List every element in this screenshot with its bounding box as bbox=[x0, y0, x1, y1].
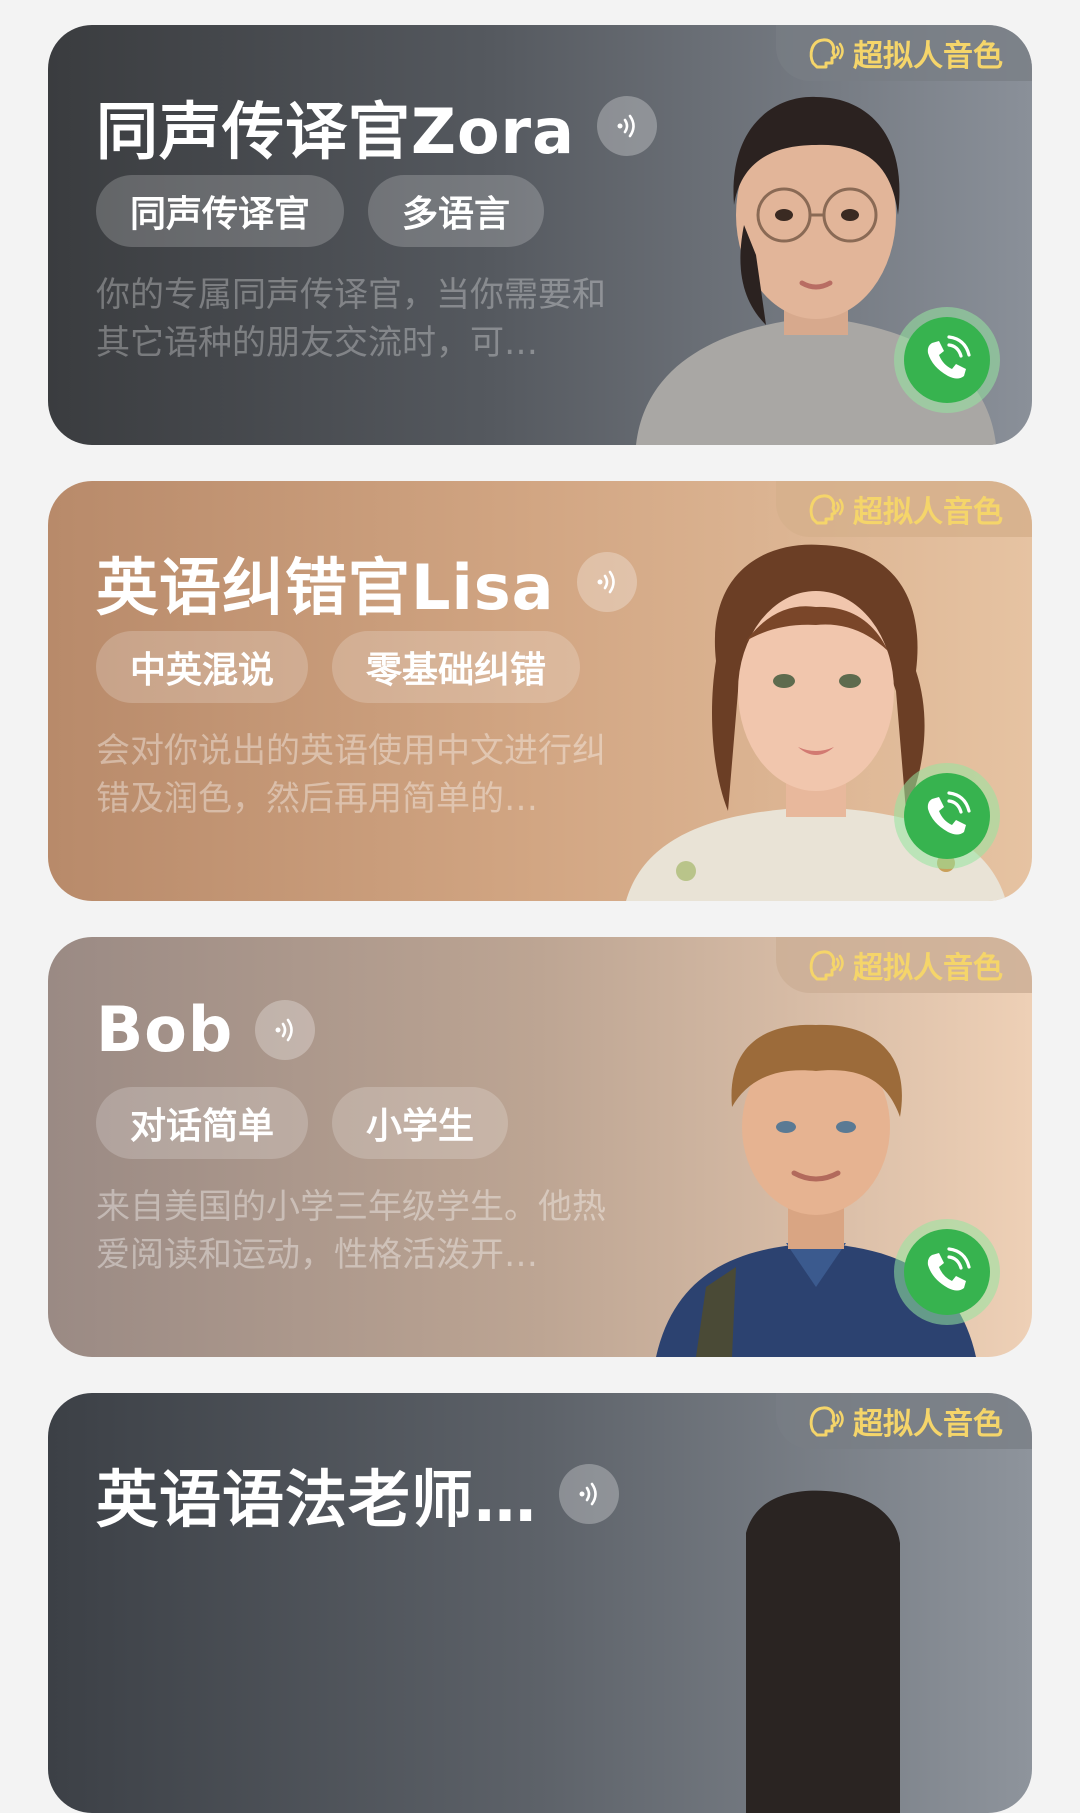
sound-wave-icon bbox=[275, 1018, 294, 1041]
play-voice-button[interactable] bbox=[559, 1464, 620, 1524]
voice-call-button[interactable] bbox=[894, 763, 1000, 869]
card-title: 英语纠错官Lisa bbox=[96, 551, 555, 624]
card-description: 你的专属同声传译官，当你需要和其它语种的朋友交流时，可… bbox=[96, 275, 606, 363]
card-description: 来自美国的小学三年级学生。他热爱阅读和运动，性格活泼开… bbox=[96, 1187, 606, 1275]
tag-list: 对话简单 小学生 bbox=[96, 1087, 509, 1159]
tag-chip[interactable]: 小学生 bbox=[332, 1087, 509, 1159]
phone-call-icon bbox=[927, 1247, 971, 1291]
play-voice-button[interactable] bbox=[576, 552, 637, 612]
card-title: 同声传译官Zora bbox=[96, 95, 575, 168]
phone-call-icon bbox=[927, 791, 971, 835]
agent-card-list: 超拟人音色 同声传译官Zora 同声传译官 多语言 你的专属同声传译官，当你需要… bbox=[0, 0, 1080, 1813]
card-description: 会对你说出的英语使用中文进行纠错及润色，然后再用简单的… bbox=[96, 731, 606, 819]
play-voice-button[interactable] bbox=[255, 999, 316, 1060]
card-title-row: 同声传译官Zora bbox=[96, 81, 657, 171]
sound-wave-icon bbox=[617, 114, 635, 138]
tag-chip[interactable]: 同声传译官 bbox=[96, 175, 345, 247]
sound-wave-icon bbox=[597, 570, 615, 594]
person-portrait bbox=[616, 1423, 1016, 1813]
agent-card-grammar-teacher[interactable]: 超拟人音色 英语语法老师… bbox=[48, 1393, 1032, 1813]
play-voice-button[interactable] bbox=[596, 96, 657, 156]
voice-call-button[interactable] bbox=[894, 1219, 1000, 1325]
tag-chip[interactable]: 多语言 bbox=[368, 175, 545, 247]
tag-chip[interactable]: 零基础纠错 bbox=[332, 631, 581, 703]
card-title-row: 英语语法老师… bbox=[96, 1449, 620, 1539]
agent-card-bob[interactable]: 超拟人音色 Bob 对话简单 小学生 来自美国的小学三年级学生。他热爱阅读和运动… bbox=[48, 937, 1032, 1357]
tag-chip[interactable]: 对话简单 bbox=[96, 1087, 309, 1159]
tag-list: 中英混说 零基础纠错 bbox=[96, 631, 581, 703]
tag-chip[interactable]: 中英混说 bbox=[96, 631, 309, 703]
agent-card-zora[interactable]: 超拟人音色 同声传译官Zora 同声传译官 多语言 你的专属同声传译官，当你需要… bbox=[48, 25, 1032, 445]
tag-list: 同声传译官 多语言 bbox=[96, 175, 545, 247]
voice-call-button[interactable] bbox=[894, 307, 1000, 413]
card-title: Bob bbox=[96, 993, 234, 1066]
sound-wave-icon bbox=[579, 1482, 597, 1506]
agent-card-lisa[interactable]: 超拟人音色 英语纠错官Lisa 中英混说 零基础纠错 会对你说出的英语使用中文进… bbox=[48, 481, 1032, 901]
card-title: 英语语法老师… bbox=[96, 1463, 538, 1536]
phone-call-icon bbox=[927, 335, 971, 379]
card-title-row: 英语纠错官Lisa bbox=[96, 537, 637, 627]
card-title-row: Bob bbox=[96, 993, 316, 1066]
